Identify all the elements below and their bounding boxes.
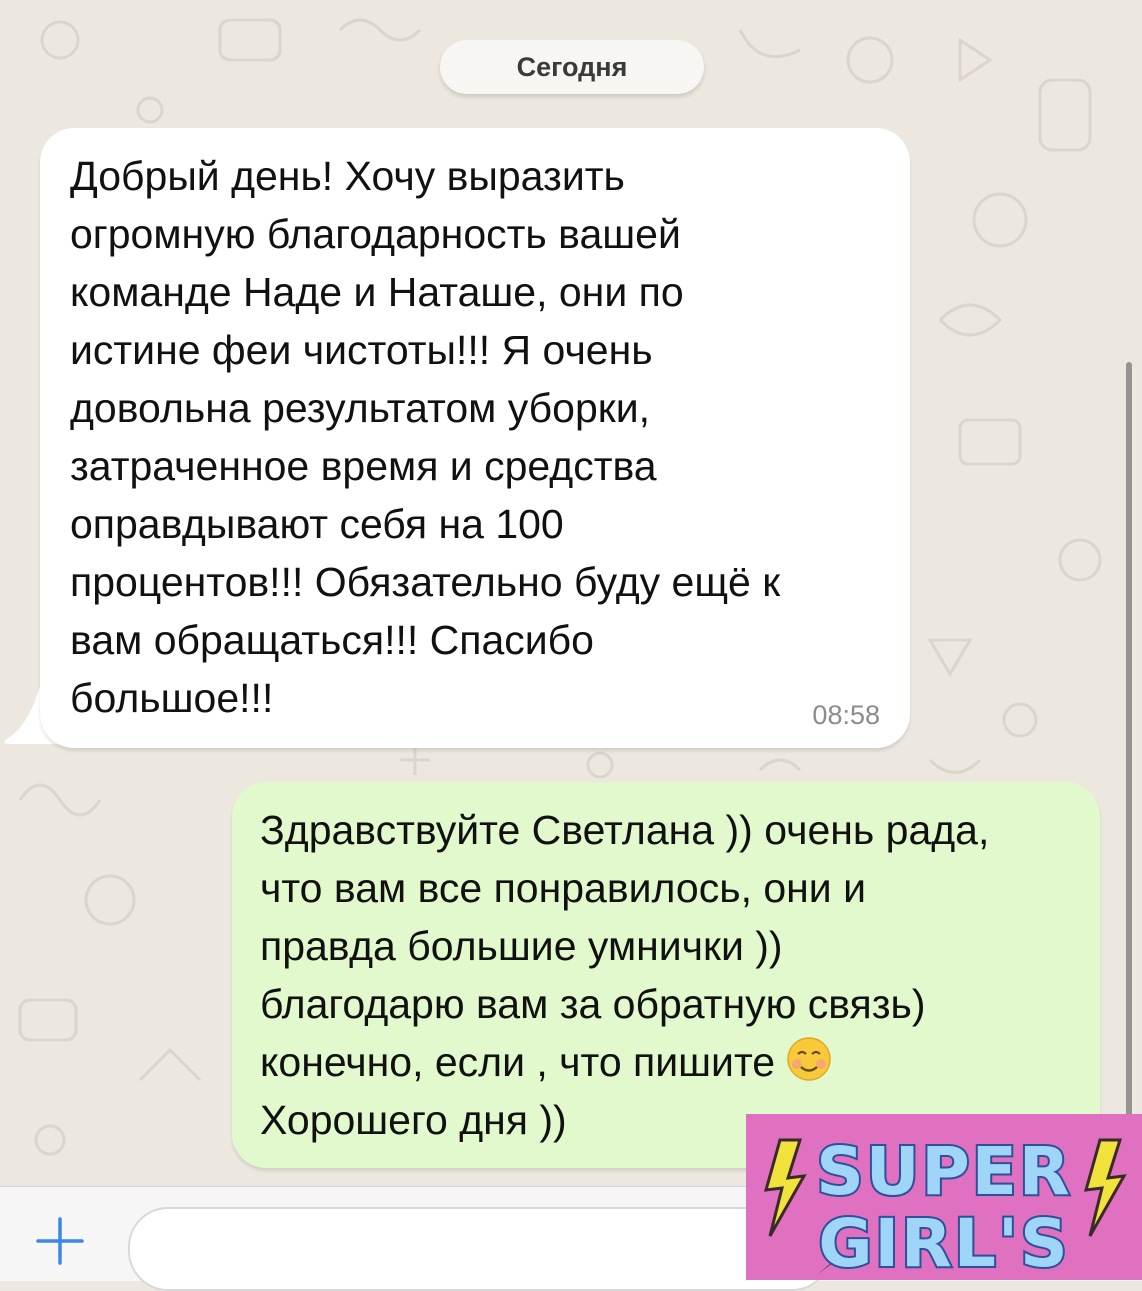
outgoing-message-text: Здравствуйте Светлана )) очень рада, что… <box>260 801 1090 1149</box>
outgoing-message-bubble[interactable]: Здравствуйте Светлана )) очень рада, что… <box>232 782 1100 1168</box>
incoming-message-bubble[interactable]: Добрый день! Хочу выразить огромную благ… <box>40 128 910 748</box>
outgoing-text-part-1: Здравствуйте Светлана )) очень рада, что… <box>260 807 990 1085</box>
super-girls-logo: SUPER GIRL'S <box>746 1114 1142 1280</box>
plus-icon[interactable] <box>32 1213 88 1269</box>
message-timestamp: 08:58 <box>812 700 880 730</box>
outgoing-text-part-2: Хорошего дня )) <box>260 1097 567 1143</box>
chat-scrollbar[interactable] <box>1126 362 1132 1122</box>
logo-line-2: GIRL'S <box>818 1205 1069 1280</box>
incoming-message-text: Добрый день! Хочу выразить огромную благ… <box>70 153 781 721</box>
date-separator: Сегодня <box>440 40 704 94</box>
smiling-face-emoji-icon <box>787 1037 832 1081</box>
logo-line-1: SUPER <box>816 1133 1071 1210</box>
message-input[interactable] <box>128 1207 832 1291</box>
